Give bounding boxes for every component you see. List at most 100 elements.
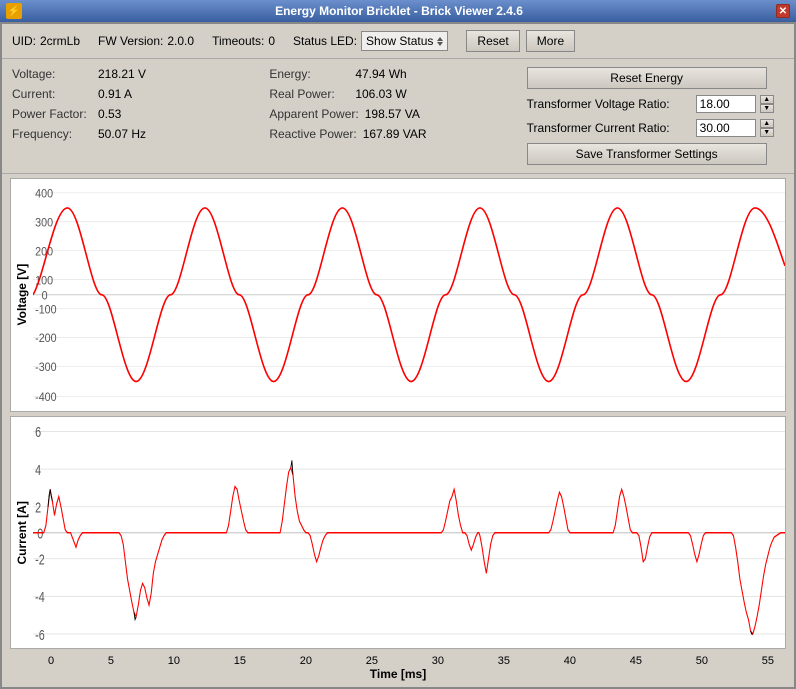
- timeouts-value: 0: [268, 34, 275, 48]
- power-factor-label: Power Factor:: [12, 107, 92, 121]
- info-right: Reset Energy Transformer Voltage Ratio: …: [527, 67, 784, 165]
- content-area: Voltage: 218.21 V Current: 0.91 A Power …: [2, 59, 794, 687]
- svg-text:0: 0: [42, 290, 48, 302]
- svg-text:-200: -200: [35, 333, 56, 345]
- save-transformer-button[interactable]: Save Transformer Settings: [527, 143, 767, 165]
- x-tick-55: 55: [762, 655, 774, 667]
- window-title: Energy Monitor Bricklet - Brick Viewer 2…: [22, 4, 776, 18]
- apparent-power-row: Apparent Power: 198.57 VA: [269, 107, 526, 121]
- x-tick-45: 45: [630, 655, 642, 667]
- voltage-ratio-input[interactable]: [696, 95, 756, 113]
- current-chart-svg: 6 4 2 0 -2 -4 -6: [33, 417, 785, 649]
- svg-text:-400: -400: [35, 392, 56, 404]
- fw-label: FW Version:: [98, 34, 163, 48]
- timeouts-label: Timeouts:: [212, 34, 264, 48]
- voltage-label: Voltage:: [12, 67, 92, 81]
- close-button[interactable]: ✕: [776, 4, 790, 18]
- info-panel: Voltage: 218.21 V Current: 0.91 A Power …: [2, 59, 794, 174]
- current-chart-inner: 6 4 2 0 -2 -4 -6: [33, 417, 785, 649]
- power-factor-row: Power Factor: 0.53: [12, 107, 269, 121]
- right-panel: Reset Energy Transformer Voltage Ratio: …: [527, 67, 774, 165]
- x-tick-15: 15: [234, 655, 246, 667]
- current-ratio-row: Transformer Current Ratio: ▲ ▼: [527, 119, 774, 137]
- svg-text:-2: -2: [35, 550, 45, 567]
- more-button[interactable]: More: [526, 30, 575, 52]
- apparent-power-value: 198.57 VA: [365, 107, 420, 121]
- voltage-ratio-up[interactable]: ▲: [760, 95, 774, 104]
- reactive-power-row: Reactive Power: 167.89 VAR: [269, 127, 526, 141]
- svg-text:300: 300: [35, 217, 53, 229]
- x-tick-35: 35: [498, 655, 510, 667]
- voltage-ratio-spinners: ▲ ▼: [760, 95, 774, 113]
- reset-energy-button[interactable]: Reset Energy: [527, 67, 767, 89]
- power-factor-value: 0.53: [98, 107, 121, 121]
- svg-text:-6: -6: [35, 626, 45, 643]
- app-icon: ⚡: [6, 3, 22, 19]
- info-mid: Energy: 47.94 Wh Real Power: 106.03 W Ap…: [269, 67, 526, 165]
- voltage-chart-inner: 400 300 200 100 0 -100 -200 -300 -400: [33, 179, 785, 411]
- select-arrow-icon: [437, 37, 443, 46]
- real-power-row: Real Power: 106.03 W: [269, 87, 526, 101]
- svg-text:400: 400: [35, 188, 53, 200]
- svg-text:200: 200: [35, 246, 53, 258]
- real-power-value: 106.03 W: [355, 87, 406, 101]
- current-label: Current:: [12, 87, 92, 101]
- voltage-chart-y-label: Voltage [V]: [11, 179, 33, 411]
- voltage-ratio-label: Transformer Voltage Ratio:: [527, 97, 692, 111]
- x-tick-10: 10: [168, 655, 180, 667]
- voltage-row: Voltage: 218.21 V: [12, 67, 269, 81]
- fw-value: 2.0.0: [167, 34, 194, 48]
- title-bar: ⚡ Energy Monitor Bricklet - Brick Viewer…: [0, 0, 796, 22]
- x-axis-area: 0 5 10 15 20 25 30 35 40 45 50 55 Time […: [10, 653, 786, 683]
- x-tick-0: 0: [48, 655, 54, 667]
- reset-button[interactable]: Reset: [466, 30, 519, 52]
- x-ticks: 0 5 10 15 20 25 30 35 40 45 50 55: [18, 655, 778, 667]
- uid-label: UID:: [12, 34, 36, 48]
- svg-text:4: 4: [35, 461, 41, 478]
- svg-text:-300: -300: [35, 362, 56, 374]
- x-axis-label: Time [ms]: [370, 667, 426, 681]
- current-row: Current: 0.91 A: [12, 87, 269, 101]
- timeouts-item: Timeouts: 0: [212, 34, 275, 48]
- voltage-ratio-row: Transformer Voltage Ratio: ▲ ▼: [527, 95, 774, 113]
- current-ratio-up[interactable]: ▲: [760, 119, 774, 128]
- status-led-select[interactable]: Show Status: [361, 31, 448, 51]
- voltage-ratio-down[interactable]: ▼: [760, 104, 774, 113]
- current-chart: Current [A] 6 4 2: [10, 416, 786, 650]
- voltage-chart: Voltage [V] 400: [10, 178, 786, 412]
- charts-area: Voltage [V] 400: [2, 174, 794, 687]
- fw-item: FW Version: 2.0.0: [98, 34, 194, 48]
- current-value: 0.91 A: [98, 87, 132, 101]
- reactive-power-value: 167.89 VAR: [363, 127, 427, 141]
- energy-label: Energy:: [269, 67, 349, 81]
- current-ratio-down[interactable]: ▼: [760, 128, 774, 137]
- svg-text:6: 6: [35, 423, 41, 440]
- x-tick-5: 5: [108, 655, 114, 667]
- x-tick-25: 25: [366, 655, 378, 667]
- reactive-power-label: Reactive Power:: [269, 127, 356, 141]
- svg-text:-4: -4: [35, 588, 45, 605]
- voltage-chart-svg: 400 300 200 100 0 -100 -200 -300 -400: [33, 179, 785, 411]
- x-tick-20: 20: [300, 655, 312, 667]
- x-tick-30: 30: [432, 655, 444, 667]
- svg-text:2: 2: [35, 498, 41, 515]
- real-power-label: Real Power:: [269, 87, 349, 101]
- status-led-item: Status LED: Show Status: [293, 31, 448, 51]
- frequency-value: 50.07 Hz: [98, 127, 146, 141]
- current-ratio-input[interactable]: [696, 119, 756, 137]
- current-chart-y-label: Current [A]: [11, 417, 33, 649]
- current-ratio-spinners: ▲ ▼: [760, 119, 774, 137]
- voltage-value: 218.21 V: [98, 67, 146, 81]
- info-left: Voltage: 218.21 V Current: 0.91 A Power …: [12, 67, 269, 165]
- svg-text:-100: -100: [35, 304, 56, 316]
- toolbar: UID: 2crmLb FW Version: 2.0.0 Timeouts: …: [2, 24, 794, 59]
- energy-value: 47.94 Wh: [355, 67, 406, 81]
- frequency-row: Frequency: 50.07 Hz: [12, 127, 269, 141]
- status-led-value: Show Status: [366, 34, 433, 48]
- x-tick-50: 50: [696, 655, 708, 667]
- uid-value: 2crmLb: [40, 34, 80, 48]
- uid-item: UID: 2crmLb: [12, 34, 80, 48]
- status-led-label: Status LED:: [293, 34, 357, 48]
- current-ratio-label: Transformer Current Ratio:: [527, 121, 692, 135]
- x-tick-40: 40: [564, 655, 576, 667]
